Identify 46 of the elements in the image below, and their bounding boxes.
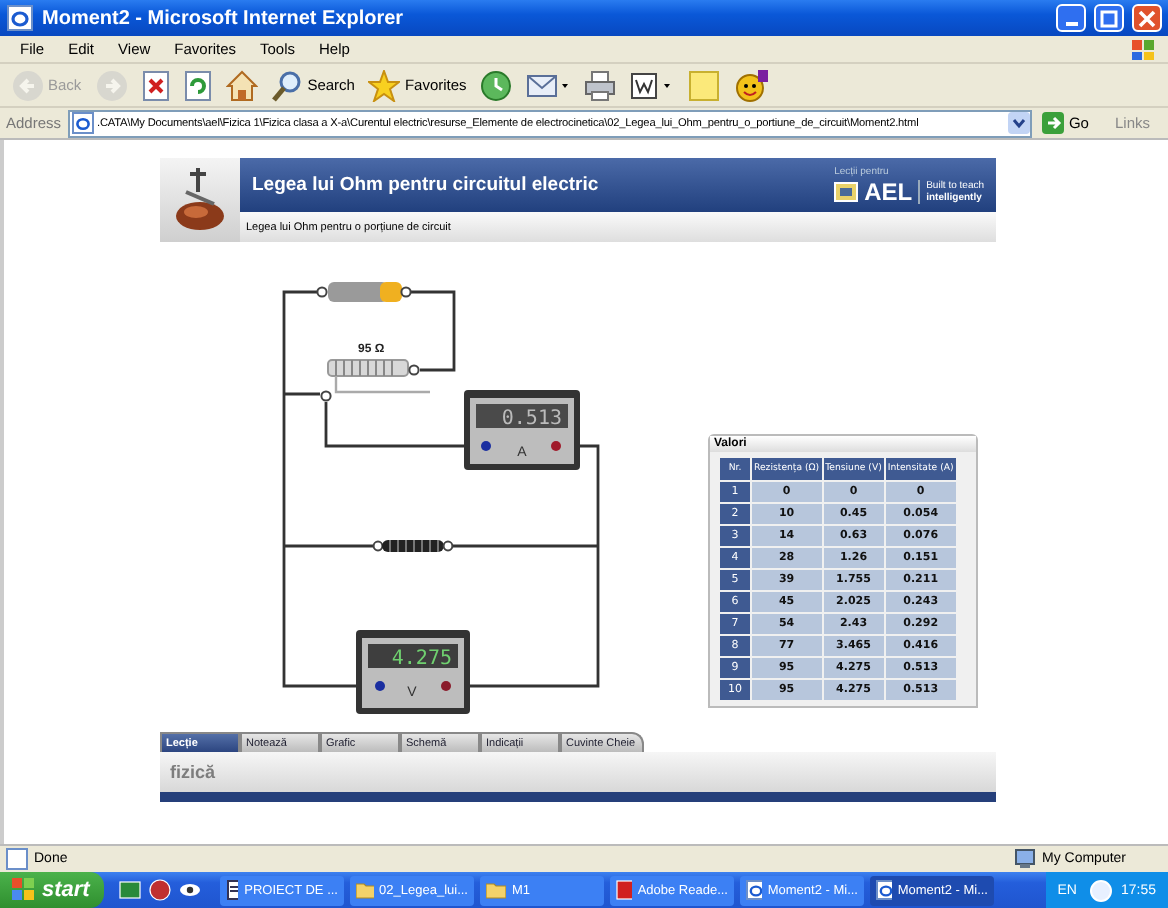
- brand-name: AEL: [864, 177, 913, 205]
- close-icon: [1138, 9, 1156, 27]
- page-icon: [71, 112, 94, 134]
- battery: [316, 282, 412, 302]
- browser-icon: [876, 880, 892, 900]
- history-icon: [480, 69, 513, 101]
- eye-icon[interactable]: [178, 878, 202, 902]
- document-icon: [226, 880, 239, 900]
- maximize-button[interactable]: [1094, 4, 1124, 32]
- home-icon: [225, 69, 258, 101]
- search-icon: [271, 69, 304, 101]
- browser-icon: [6, 4, 34, 32]
- mail-icon: [526, 69, 571, 101]
- go-arrow-icon: [1042, 112, 1065, 134]
- minimize-icon: [1065, 21, 1077, 25]
- folder-icon: [356, 880, 374, 900]
- folder-icon: [486, 880, 506, 900]
- page-icon: [6, 848, 28, 870]
- windows-logo-icon: [1128, 37, 1160, 61]
- rheostat: [320, 359, 430, 402]
- minimize-button[interactable]: [1056, 4, 1086, 32]
- smiley-icon: [734, 69, 771, 101]
- document-icon: [630, 69, 675, 101]
- media-player-icon[interactable]: [148, 878, 172, 902]
- desktop-icon[interactable]: [118, 878, 142, 902]
- dropdown-icon: [1008, 112, 1031, 134]
- wire: [410, 290, 456, 372]
- monitor-icon: [834, 181, 859, 201]
- pdf-icon: [616, 880, 632, 900]
- browser-icon: [746, 880, 762, 900]
- close-button[interactable]: [1132, 4, 1162, 32]
- lesson-title: Legea lui Ohm pentru circuitul electric: [252, 174, 599, 196]
- tray-icon[interactable]: [1090, 879, 1113, 901]
- star-icon: [368, 69, 401, 101]
- maximize-icon: [1100, 9, 1118, 27]
- note-icon: [688, 69, 721, 101]
- subject-label: fizică: [170, 762, 216, 782]
- resistor: [372, 539, 454, 553]
- voltmeter-reading: 4.275: [391, 648, 452, 670]
- refresh-icon: [183, 69, 212, 101]
- printer-icon: [584, 69, 617, 101]
- computer-icon: [1014, 848, 1036, 870]
- ammeter-reading: 0.513: [501, 408, 562, 430]
- stop-icon: [141, 69, 170, 101]
- windows-logo-icon: [12, 878, 36, 902]
- window-title: Moment2 - Microsoft Internet Explorer: [42, 7, 404, 29]
